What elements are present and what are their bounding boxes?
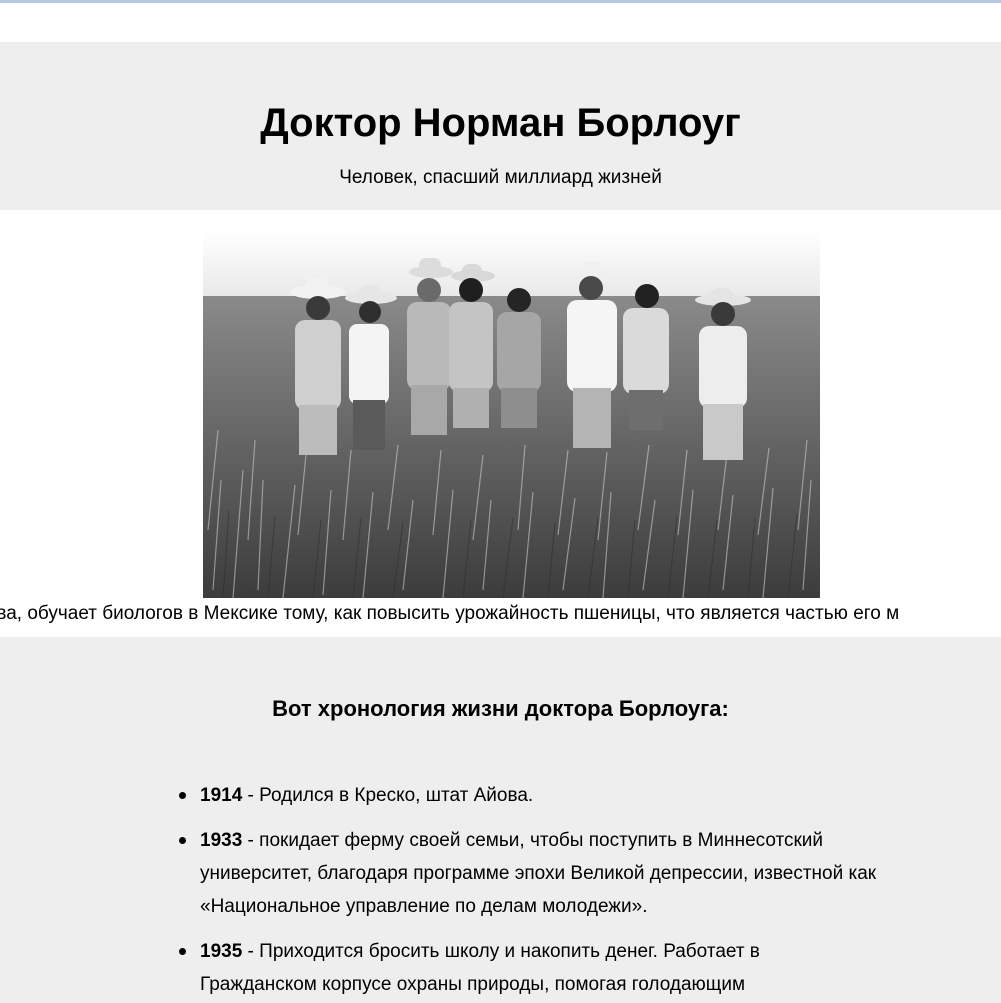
- borlaug-photo: [203, 230, 820, 598]
- page-header: Доктор Норман Борлоуг Человек, спасший м…: [0, 42, 1001, 210]
- timeline-text: - Приходится бросить школу и накопить де…: [200, 941, 760, 995]
- wheat-field-photo-image: [203, 230, 820, 598]
- timeline-text: - Родился в Креско, штат Айова.: [242, 785, 534, 806]
- timeline-item: 1935 - Приходится бросить школу и накопи…: [179, 935, 880, 1001]
- timeline-text: - покидает ферму своей семьи, чтобы пост…: [200, 830, 877, 917]
- page-title: Доктор Норман Борлоуг: [260, 101, 741, 145]
- photo-caption-text: тий слева, обучает биологов в Мексике то…: [0, 603, 900, 624]
- browser-top-edge: [0, 0, 1001, 3]
- timeline-item: 1914 - Родился в Креско, штат Айова.: [179, 779, 880, 812]
- timeline-list: 1914 - Родился в Креско, штат Айова. 193…: [179, 779, 880, 1003]
- timeline-year: 1933: [200, 830, 243, 851]
- timeline-heading: Вот хронология жизни доктора Борлоуга:: [272, 696, 729, 721]
- timeline-item: 1933 - покидает ферму своей семьи, чтобы…: [179, 824, 880, 923]
- timeline-section: Вот хронология жизни доктора Борлоуга: 1…: [0, 637, 1001, 1003]
- timeline-year: 1935: [200, 941, 243, 962]
- photo-caption: тий слева, обучает биологов в Мексике то…: [0, 602, 1001, 626]
- timeline-year: 1914: [200, 785, 243, 806]
- page-subtitle: Человек, спасший миллиард жизней: [339, 167, 662, 188]
